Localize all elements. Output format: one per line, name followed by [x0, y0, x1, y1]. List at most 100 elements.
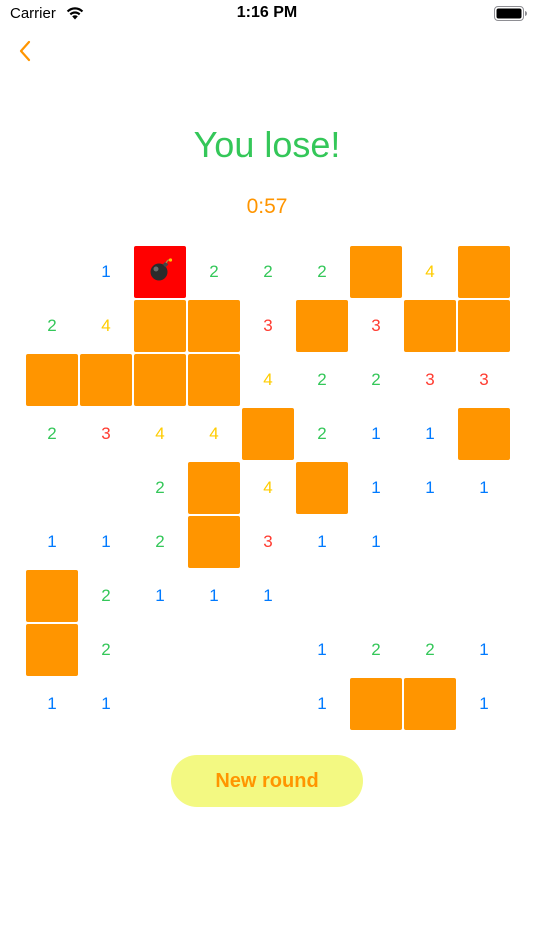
cell-number[interactable]: 1	[295, 623, 349, 677]
cell-covered[interactable]	[133, 299, 187, 353]
cell-number[interactable]: 4	[241, 353, 295, 407]
cell-number[interactable]: 2	[295, 407, 349, 461]
cell-number-label: 2	[101, 586, 111, 605]
cell-covered[interactable]	[133, 353, 187, 407]
cell-number[interactable]: 1	[349, 407, 403, 461]
cell-number[interactable]: 4	[79, 299, 133, 353]
cell-number[interactable]: 1	[349, 461, 403, 515]
cell-number-label: 2	[425, 640, 435, 659]
cell-covered[interactable]	[187, 353, 241, 407]
cell-number[interactable]: 1	[295, 677, 349, 731]
cell-empty[interactable]	[133, 623, 187, 677]
cell-number[interactable]: 2	[241, 245, 295, 299]
cell-empty[interactable]	[241, 677, 295, 731]
minefield-board: 1 2 2 2 4 2 4 3 3 4 2 2 3 3 2 3 4 4 2 1 1 2 4 1 1 1 1 1 2 3 1 1 2 1 1 1 2 1 2 2…	[25, 245, 511, 731]
cell-number[interactable]: 2	[349, 353, 403, 407]
cell-empty[interactable]	[295, 569, 349, 623]
cell-number[interactable]: 2	[133, 461, 187, 515]
new-round-button[interactable]: New round	[171, 755, 363, 807]
cell-number[interactable]: 4	[187, 407, 241, 461]
cell-covered[interactable]	[349, 245, 403, 299]
cell-number[interactable]: 1	[295, 515, 349, 569]
cell-covered[interactable]	[295, 299, 349, 353]
cell-number[interactable]: 1	[25, 677, 79, 731]
cell-number[interactable]: 1	[133, 569, 187, 623]
cell-number[interactable]: 3	[349, 299, 403, 353]
cell-number[interactable]: 4	[133, 407, 187, 461]
cell-empty[interactable]	[457, 569, 511, 623]
cell-number[interactable]: 1	[349, 515, 403, 569]
cell-number-label: 2	[47, 316, 57, 335]
cell-number-label: 3	[425, 370, 435, 389]
cell-number[interactable]: 1	[403, 407, 457, 461]
cell-covered[interactable]	[349, 677, 403, 731]
cell-number[interactable]: 4	[403, 245, 457, 299]
cell-number[interactable]: 4	[241, 461, 295, 515]
cell-empty[interactable]	[403, 515, 457, 569]
cell-number[interactable]: 3	[403, 353, 457, 407]
cell-number[interactable]: 1	[79, 515, 133, 569]
cell-number[interactable]: 2	[79, 569, 133, 623]
cell-number-label: 3	[371, 316, 381, 335]
cell-number[interactable]: 1	[457, 677, 511, 731]
cell-covered[interactable]	[187, 299, 241, 353]
cell-number-label: 1	[317, 640, 327, 659]
cell-empty[interactable]	[457, 515, 511, 569]
cell-number[interactable]: 1	[241, 569, 295, 623]
status-bar: Carrier 1:16 PM	[0, 0, 534, 28]
cell-number-label: 3	[101, 424, 111, 443]
cell-number[interactable]: 2	[25, 407, 79, 461]
cell-empty[interactable]	[79, 461, 133, 515]
cell-covered[interactable]	[79, 353, 133, 407]
cell-number-label: 3	[263, 316, 273, 335]
cell-covered[interactable]	[295, 461, 349, 515]
cell-covered[interactable]	[187, 515, 241, 569]
cell-covered[interactable]	[25, 353, 79, 407]
cell-empty[interactable]	[241, 623, 295, 677]
cell-number[interactable]: 1	[187, 569, 241, 623]
cell-number-label: 2	[317, 424, 327, 443]
cell-number[interactable]: 3	[241, 515, 295, 569]
cell-covered[interactable]	[457, 407, 511, 461]
cell-number-label: 1	[101, 532, 111, 551]
cell-number[interactable]: 2	[133, 515, 187, 569]
cell-number[interactable]: 2	[349, 623, 403, 677]
cell-covered[interactable]	[457, 245, 511, 299]
cell-mine[interactable]	[133, 245, 187, 299]
cell-empty[interactable]	[403, 569, 457, 623]
cell-number[interactable]: 2	[25, 299, 79, 353]
back-button[interactable]	[8, 36, 42, 70]
cell-empty[interactable]	[187, 677, 241, 731]
cell-number[interactable]: 1	[403, 461, 457, 515]
cell-empty[interactable]	[25, 245, 79, 299]
cell-number[interactable]: 2	[187, 245, 241, 299]
cell-empty[interactable]	[133, 677, 187, 731]
cell-number[interactable]: 3	[241, 299, 295, 353]
cell-covered[interactable]	[403, 677, 457, 731]
cell-number-label: 1	[479, 478, 489, 497]
cell-covered[interactable]	[457, 299, 511, 353]
cell-number-label: 2	[317, 262, 327, 281]
cell-number[interactable]: 2	[403, 623, 457, 677]
cell-number[interactable]: 2	[295, 353, 349, 407]
cell-number[interactable]: 2	[295, 245, 349, 299]
status-time: 1:16 PM	[236, 4, 298, 21]
cell-number-label: 1	[425, 424, 435, 443]
cell-covered[interactable]	[403, 299, 457, 353]
cell-empty[interactable]	[349, 569, 403, 623]
cell-number[interactable]: 1	[79, 245, 133, 299]
cell-number[interactable]: 1	[25, 515, 79, 569]
cell-number[interactable]: 3	[457, 353, 511, 407]
cell-number[interactable]: 1	[457, 623, 511, 677]
cell-number[interactable]: 2	[79, 623, 133, 677]
cell-number[interactable]: 1	[457, 461, 511, 515]
cell-empty[interactable]	[187, 623, 241, 677]
cell-covered[interactable]	[25, 569, 79, 623]
cell-covered[interactable]	[187, 461, 241, 515]
cell-number[interactable]: 3	[79, 407, 133, 461]
cell-empty[interactable]	[25, 461, 79, 515]
cell-covered[interactable]	[25, 623, 79, 677]
cell-number-label: 4	[425, 262, 435, 281]
cell-covered[interactable]	[241, 407, 295, 461]
cell-number[interactable]: 1	[79, 677, 133, 731]
